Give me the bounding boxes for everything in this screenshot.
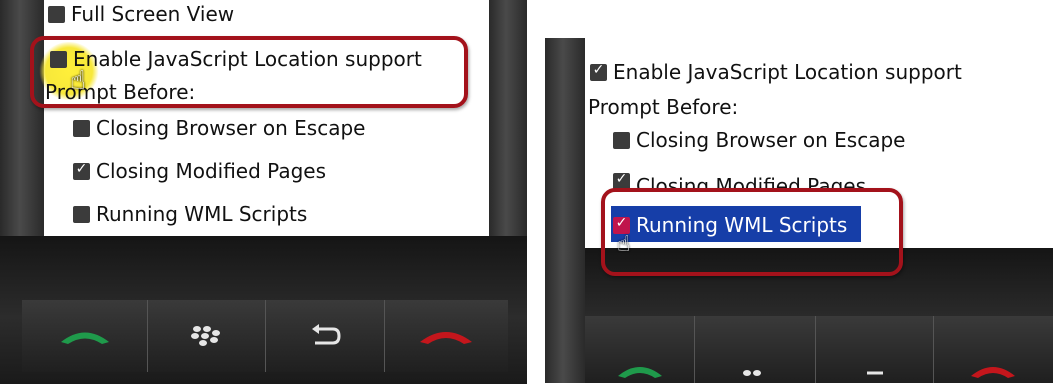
- device-left-bezel: [545, 38, 585, 383]
- back-key[interactable]: [266, 300, 385, 372]
- hand-cursor-icon: ☝: [70, 66, 86, 96]
- call-icon: [617, 366, 662, 378]
- checkbox[interactable]: [73, 119, 90, 137]
- prompt-before-heading: Prompt Before:: [588, 95, 738, 119]
- call-key[interactable]: [22, 300, 149, 372]
- checkbox-checked[interactable]: [590, 62, 607, 81]
- option-closing-browser-on-escape[interactable]: Closing Browser on Escape: [613, 128, 905, 152]
- end-call-icon: [971, 366, 1016, 378]
- back-arrow-icon: [867, 371, 884, 375]
- hand-cursor-icon: ☝: [617, 232, 631, 257]
- section-label: Prompt Before:: [588, 95, 739, 119]
- option-label: Running WML Scripts: [96, 202, 308, 226]
- highlight-ring: [601, 188, 903, 276]
- call-key[interactable]: [585, 316, 696, 383]
- right-screenshot-panel: Enable JavaScript Location support Promp…: [545, 38, 1053, 383]
- option-closing-modified-pages[interactable]: Closing Modified Pages: [73, 159, 326, 183]
- end-call-icon: [420, 332, 473, 344]
- end-key[interactable]: [384, 300, 508, 372]
- menu-key[interactable]: [695, 316, 816, 383]
- back-key[interactable]: [815, 316, 934, 383]
- checkbox[interactable]: [73, 205, 90, 223]
- checkbox-checked[interactable]: [73, 161, 90, 180]
- checkbox-checked[interactable]: [613, 171, 630, 190]
- checkbox[interactable]: [613, 131, 630, 149]
- option-running-wml-scripts[interactable]: Running WML Scripts: [73, 202, 307, 226]
- hardware-key-row: [585, 316, 1053, 383]
- option-closing-browser-on-escape[interactable]: Closing Browser on Escape: [73, 116, 365, 140]
- end-key[interactable]: [933, 316, 1053, 383]
- option-enable-javascript-location[interactable]: Enable JavaScript Location support: [590, 60, 962, 84]
- option-label: Enable JavaScript Location support: [613, 60, 962, 84]
- back-arrow-icon: [312, 324, 341, 345]
- option-full-screen-view[interactable]: Full Screen View: [48, 2, 234, 26]
- menu-key[interactable]: [148, 300, 267, 372]
- hardware-key-row: [22, 300, 508, 372]
- highlight-ring: [30, 36, 468, 108]
- checkbox[interactable]: [48, 5, 65, 23]
- option-label: Closing Browser on Escape: [636, 128, 906, 152]
- left-screenshot-panel: Full Screen View Enable JavaScript Locat…: [0, 0, 527, 384]
- option-label: Closing Modified Pages: [96, 159, 326, 183]
- blackberry-menu-icon: [190, 326, 220, 346]
- option-label: Full Screen View: [71, 2, 235, 26]
- call-icon: [60, 332, 109, 344]
- option-label: Closing Browser on Escape: [96, 116, 366, 140]
- blackberry-menu-icon: [742, 369, 761, 376]
